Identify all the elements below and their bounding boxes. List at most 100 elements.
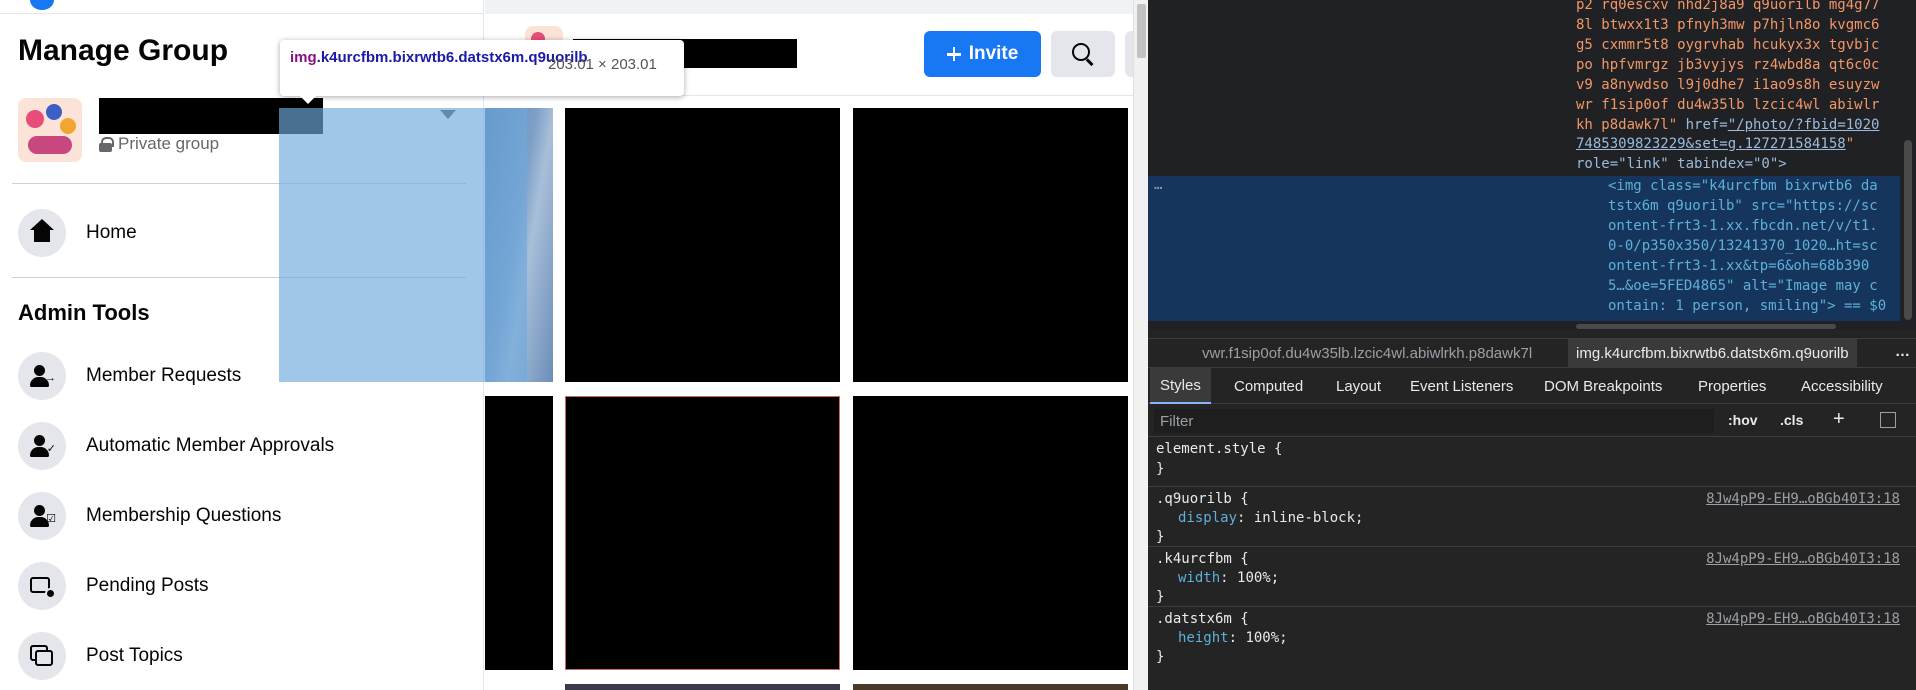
sidebar-item-post-topics[interactable]: Post Topics [12, 628, 472, 684]
styles-rules: element.style { } .q9uorilb { 8Jw4pP9-EH… [1148, 437, 1916, 690]
photo-thumbnail[interactable] [485, 396, 553, 670]
plus-icon [946, 47, 961, 61]
lock-icon [99, 136, 114, 152]
tab-dom-breakpoints[interactable]: DOM Breakpoints [1544, 378, 1662, 395]
tab-computed[interactable]: Computed [1234, 378, 1303, 395]
dom-line[interactable]: 5…&oe=5FED4865" alt="Image may c [1608, 277, 1878, 296]
breadcrumb-item[interactable]: vwr.f1sip0of.du4w35lb.lzcic4wl.abiwlrkh.… [1202, 345, 1532, 362]
sidebar-pane-tabs: Styles Computed Layout Event Listeners D… [1148, 368, 1916, 404]
rule-close-brace: } [1156, 589, 1165, 605]
sidebar-item-label: Membership Questions [86, 505, 282, 526]
tooltip-tag: img [290, 49, 317, 66]
tooltip-dimensions: 203.01 × 203.01 [548, 56, 657, 73]
scrollbar-thumb[interactable] [1576, 324, 1836, 329]
dom-line[interactable]: tstx6m q9uorilb" src="https://sc [1608, 197, 1878, 216]
tab-layout[interactable]: Layout [1336, 378, 1381, 395]
dom-line[interactable]: p2 rq0escxv nhd2j8a9 q9uorilb mg4g77 [1576, 0, 1879, 15]
sidebar-item-automatic-member-approvals[interactable]: ✓ Automatic Member Approvals [12, 418, 472, 474]
rule-declaration[interactable]: height: 100%; [1178, 630, 1288, 646]
search-button[interactable] [1051, 31, 1115, 77]
dom-line[interactable]: wr f1sip0of du4w35lb lzcic4wl abiwlr [1576, 96, 1879, 115]
dom-line[interactable]: <img class="k4urcfbm bixrwtb6 da [1608, 177, 1878, 196]
admin-tools-title: Admin Tools [18, 300, 150, 325]
sidebar-title: Manage Group [18, 34, 229, 67]
dom-line[interactable]: ontain: 1 person, smiling"> == $0 [1608, 297, 1886, 316]
group-avatar[interactable] [18, 98, 82, 162]
member-requests-icon: → [18, 352, 66, 400]
rule-source-link[interactable]: 8Jw4pP9-EH9…oBGb40I3:18 [1706, 551, 1900, 567]
sidebar-item-label: Home [86, 222, 137, 243]
elements-dom-tree[interactable]: p2 rq0escxv nhd2j8a9 q9uorilb mg4g77 8l … [1148, 0, 1916, 330]
facebook-page: Manage Group Private group Home Admin To… [0, 0, 1133, 690]
hov-toggle[interactable]: :hov [1728, 412, 1758, 428]
tab-event-listeners[interactable]: Event Listeners [1410, 378, 1513, 395]
breadcrumb-more[interactable]: … [1895, 343, 1910, 360]
photo-thumbnail[interactable] [565, 396, 840, 670]
dom-tree-hscrollbar[interactable] [1148, 322, 1900, 330]
dom-line[interactable]: g5 cxmmr5t8 oygrvhab hcukyx3x tgvbjc [1576, 36, 1879, 55]
sidebar-item-pending-posts[interactable]: Pending Posts [12, 558, 472, 614]
css-rule[interactable]: .datstx6m { 8Jw4pP9-EH9…oBGb40I3:18 heig… [1148, 607, 1916, 667]
auto-approvals-icon: ✓ [18, 422, 66, 470]
photo-thumbnail[interactable] [853, 396, 1128, 670]
dom-line[interactable]: po hpfvmrgz jb3vyjys rz4wbd8a qt6c0c [1576, 56, 1879, 75]
facebook-logo-icon[interactable] [30, 0, 54, 10]
css-rule-element-style[interactable]: element.style { } [1148, 437, 1916, 487]
home-icon [18, 209, 66, 257]
scrollbar-thumb[interactable] [1904, 140, 1912, 320]
rule-source-link[interactable]: 8Jw4pP9-EH9…oBGb40I3:18 [1706, 611, 1900, 627]
dom-line[interactable]: ontent-frt3-1.xx.fbcdn.net/v/t1. [1608, 217, 1878, 236]
dom-line[interactable]: 7485309823229&set=g.127271584158" [1576, 135, 1854, 154]
rule-selector[interactable]: .q9uorilb { [1156, 491, 1249, 507]
tooltip-classes: .k4urcfbm.bixrwtb6.datstx6m.q9uorilb [316, 49, 588, 66]
photo-thumbnail[interactable] [853, 684, 1128, 690]
dom-line[interactable]: 8l btwxx1t3 pfnyh3mw p7hjln8o kvgmc6 [1576, 16, 1879, 35]
group-privacy: Private group [99, 134, 219, 154]
breadcrumb-item-active[interactable]: img.k4urcfbm.bixrwtb6.datstx6m.q9uorilb [1568, 339, 1857, 368]
styles-filter-input[interactable] [1154, 409, 1714, 433]
group-photos-main: Invite [485, 0, 1133, 690]
photo-grid [485, 96, 1133, 690]
css-rule[interactable]: .q9uorilb { 8Jw4pP9-EH9…oBGb40I3:18 disp… [1148, 487, 1916, 547]
inspect-highlight-overlay [279, 108, 527, 382]
scrollbar-thumb[interactable] [1137, 4, 1146, 58]
dom-tree-scrollbar[interactable] [1900, 0, 1916, 330]
invite-button[interactable]: Invite [924, 31, 1041, 77]
toggle-sidebar-icon[interactable] [1880, 412, 1896, 428]
rule-selector[interactable]: .datstx6m { [1156, 611, 1249, 627]
more-button[interactable] [1125, 31, 1133, 77]
dom-line[interactable]: v9 a8nywdso l9j0dhe7 i1ao9s8h esuyzw [1576, 76, 1879, 95]
rule-close-brace: } [1156, 461, 1165, 477]
photo-thumbnail[interactable] [853, 108, 1128, 382]
styles-filter-bar: :hov .cls + [1148, 405, 1916, 437]
new-rule-plus-icon[interactable]: + [1833, 408, 1845, 431]
cls-toggle[interactable]: .cls [1780, 412, 1803, 428]
dom-line[interactable]: ontent-frt3-1.xx&tp=6&oh=68b390 [1608, 257, 1869, 276]
tab-properties[interactable]: Properties [1698, 378, 1766, 395]
dom-line[interactable]: kh p8dawk7l" href="/photo/?fbid=1020 [1576, 116, 1879, 135]
dom-line[interactable]: role="link" tabindex="0"> [1576, 155, 1787, 174]
node-menu-ellipsis[interactable]: … [1154, 177, 1162, 193]
rule-selector[interactable]: .k4urcfbm { [1156, 551, 1249, 567]
rule-selector[interactable]: element.style { [1156, 441, 1282, 457]
rule-declaration[interactable]: display: inline-block; [1178, 510, 1363, 526]
photo-thumbnail[interactable] [565, 684, 840, 690]
page-scrollbar[interactable] [1133, 0, 1148, 690]
rule-close-brace: } [1156, 649, 1165, 665]
photo-thumbnail[interactable] [565, 108, 840, 382]
search-icon [1072, 43, 1094, 65]
tab-accessibility[interactable]: Accessibility [1801, 378, 1883, 395]
tab-styles[interactable]: Styles [1150, 368, 1211, 404]
sidebar-item-label: Post Topics [86, 645, 183, 666]
pending-posts-icon [18, 562, 66, 610]
rule-declaration[interactable]: width: 100%; [1178, 570, 1279, 586]
sidebar-item-label: Pending Posts [86, 575, 209, 596]
tooltip-arrow [300, 96, 316, 104]
sidebar-item-label: Member Requests [86, 365, 242, 386]
rule-source-link[interactable]: 8Jw4pP9-EH9…oBGb40I3:18 [1706, 491, 1900, 507]
dom-breadcrumbs: vwr.f1sip0of.du4w35lb.lzcic4wl.abiwlrkh.… [1148, 338, 1916, 368]
sidebar-item-membership-questions[interactable]: ☑ Membership Questions [12, 488, 472, 544]
dom-line[interactable]: 0-0/p350x350/13241370_1020…ht=sc [1608, 237, 1878, 256]
membership-questions-icon: ☑ [18, 492, 66, 540]
css-rule[interactable]: .k4urcfbm { 8Jw4pP9-EH9…oBGb40I3:18 widt… [1148, 547, 1916, 607]
